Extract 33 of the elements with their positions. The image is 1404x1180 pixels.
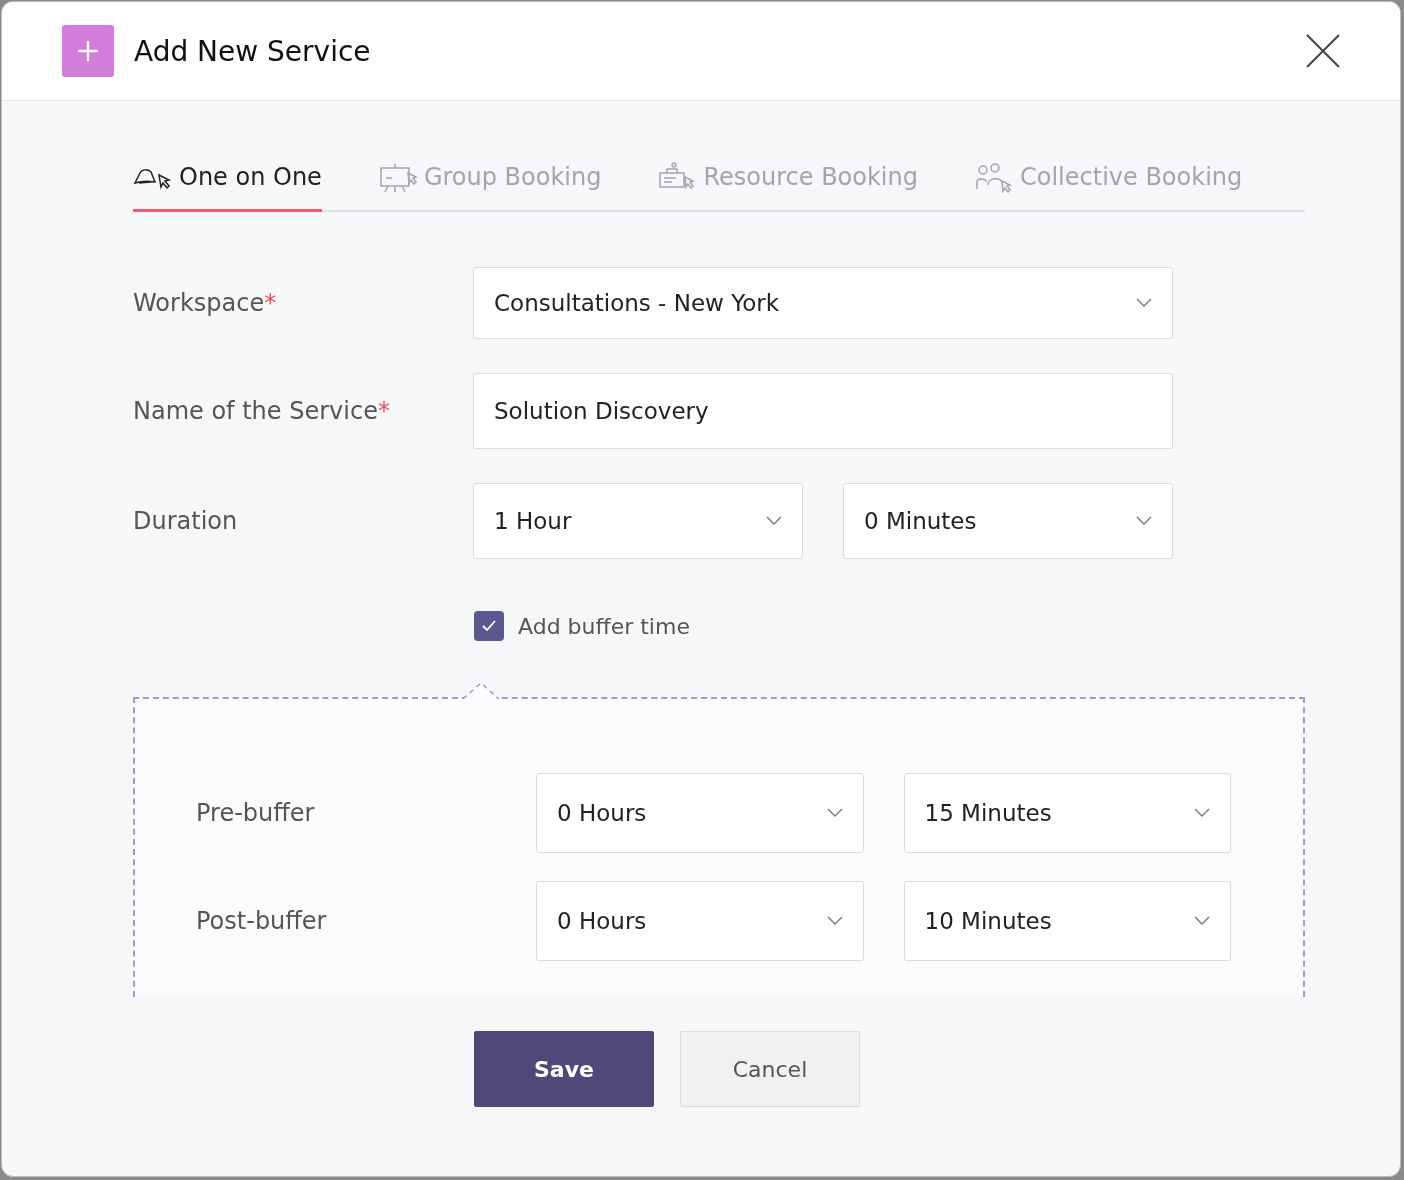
people-cursor-icon <box>974 161 1014 193</box>
chevron-down-icon <box>826 808 843 818</box>
easel-cursor-icon <box>377 161 418 193</box>
dialog-title: Add New Service <box>134 34 372 68</box>
dropdown-field[interactable]: 0 Hours <box>536 773 864 853</box>
chevron-down-icon <box>1194 808 1210 818</box>
chevron-down-icon <box>1136 298 1152 308</box>
plus-icon <box>62 25 114 77</box>
checkbox[interactable] <box>474 611 504 641</box>
required-asterisk: * <box>377 397 390 425</box>
field-label: Name of the Service <box>133 397 378 425</box>
checkmark-icon <box>481 619 497 633</box>
dropdown-field[interactable]: 15 Minutes <box>903 773 1231 853</box>
tab[interactable]: One on One <box>133 161 322 212</box>
field-label: Pre-buffer <box>196 799 316 827</box>
text-field[interactable]: Solution Discovery <box>473 373 1173 449</box>
chevron-down-icon <box>766 516 782 526</box>
chevron-down-icon <box>826 916 843 926</box>
cancel-button[interactable]: Cancel <box>680 1031 860 1107</box>
dropdown-field[interactable]: 1 Hour <box>473 483 803 559</box>
field-label: Duration <box>133 507 238 535</box>
chevron-down-icon <box>1194 916 1210 926</box>
dropdown-field[interactable]: Consultations - New York <box>473 267 1173 339</box>
dropdown-field[interactable]: 10 Minutes <box>903 881 1231 961</box>
dropdown-field[interactable]: 0 Hours <box>536 881 864 961</box>
save-button[interactable]: Save <box>474 1031 654 1107</box>
close-button[interactable] <box>1306 34 1340 68</box>
required-asterisk: * <box>264 289 277 317</box>
chevron-down-icon <box>1136 516 1152 526</box>
field-label: Workspace <box>133 289 265 317</box>
dropdown-field[interactable]: 0 Minutes <box>843 483 1173 559</box>
field-label: Post-buffer <box>196 907 328 935</box>
checkbox-label: Add buffer time <box>518 613 690 639</box>
